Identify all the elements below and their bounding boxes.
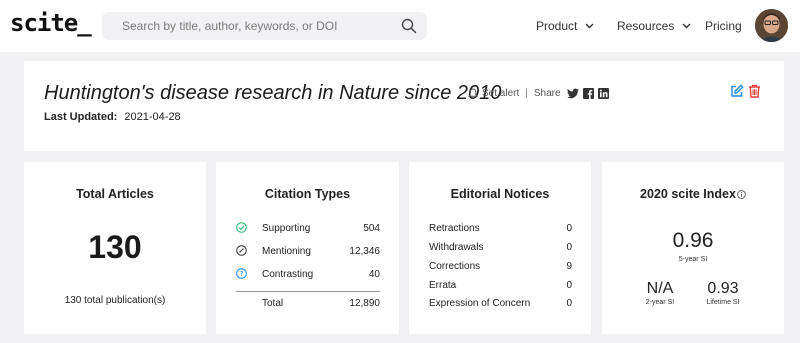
citation-total-label: Total xyxy=(262,298,284,309)
scite-index-title: 2020 scite Index xyxy=(640,187,736,201)
check-circle-icon xyxy=(236,222,247,233)
search-input[interactable] xyxy=(102,12,392,40)
share-label: Share xyxy=(533,88,561,99)
editorial-notices-card: Editorial Notices Retractions 0 Withdraw… xyxy=(409,162,591,334)
slash-circle-icon xyxy=(236,245,247,256)
action-separator: | xyxy=(525,88,528,99)
notice-value: 0 xyxy=(566,298,572,309)
nav-resources-menu[interactable]: Resources xyxy=(617,19,691,33)
last-updated: Last Updated: 2021-04-28 xyxy=(44,111,181,123)
user-avatar[interactable] xyxy=(755,9,788,42)
citation-value: 504 xyxy=(363,223,380,234)
notice-value: 0 xyxy=(566,223,572,234)
total-articles-card: Total Articles 130 130 total publication… xyxy=(24,162,206,334)
editorial-notices-title: Editorial Notices xyxy=(450,187,550,201)
nav-product-label: Product xyxy=(536,19,578,33)
citation-types-card: Citation Types Supporting 504 Mentioning… xyxy=(216,162,399,334)
citation-value: 12,346 xyxy=(349,246,380,257)
nav-pricing-link[interactable]: Pricing xyxy=(705,19,742,33)
top-navigation-bar: scite_ Product Resources Pricing xyxy=(0,0,800,52)
scite-index-card: 2020 scite Index 0.96 5-year SI N/A 2-ye… xyxy=(602,162,784,334)
nav-resources-label: Resources xyxy=(617,19,675,33)
chevron-down-icon xyxy=(585,23,594,29)
report-title: Huntington's disease research in Nature … xyxy=(44,82,502,104)
notice-row-withdrawals: Withdrawals 0 xyxy=(429,242,572,253)
citation-row-supporting: Supporting 504 xyxy=(236,222,380,236)
citation-row-contrasting: ? Contrasting 40 xyxy=(236,268,380,282)
lifetime-si-value: 0.93 xyxy=(707,280,739,297)
last-updated-value: 2021-04-28 xyxy=(124,111,181,123)
two-year-si-value: N/A xyxy=(646,280,674,297)
search-icon[interactable] xyxy=(401,18,417,34)
report-actions: Set alert | Share xyxy=(468,88,609,99)
citation-label: Supporting xyxy=(262,223,311,234)
bell-icon[interactable] xyxy=(468,88,478,99)
citation-label: Mentioning xyxy=(262,246,311,257)
notice-row-errata: Errata 0 xyxy=(429,280,572,291)
info-icon[interactable] xyxy=(737,190,746,199)
last-updated-label: Last Updated: xyxy=(44,111,118,123)
total-articles-count: 130 xyxy=(88,229,142,265)
notice-row-expression-of-concern: Expression of Concern 0 xyxy=(429,298,572,309)
search-bar[interactable] xyxy=(102,12,427,40)
trash-icon[interactable] xyxy=(748,84,761,98)
lifetime-si-label: Lifetime SI xyxy=(706,299,740,306)
citation-label: Contrasting xyxy=(262,269,314,280)
notice-label: Expression of Concern xyxy=(429,298,531,309)
notice-value: 0 xyxy=(566,280,572,291)
total-articles-title: Total Articles xyxy=(76,187,154,201)
citation-types-title: Citation Types xyxy=(264,187,351,201)
notice-label: Retractions xyxy=(429,223,480,234)
total-publications-text: 130 total publication(s) xyxy=(64,295,166,306)
scite-logo[interactable]: scite_ xyxy=(10,9,92,37)
five-year-si-label: 5-year SI xyxy=(678,256,708,263)
citation-divider xyxy=(236,291,380,292)
nav-product-menu[interactable]: Product xyxy=(536,19,594,33)
citation-row-total: Total 12,890 xyxy=(236,297,380,311)
citation-total-value: 12,890 xyxy=(349,298,380,309)
svg-text:?: ? xyxy=(240,270,244,278)
citation-value: 40 xyxy=(368,269,380,280)
two-year-si-label: 2-year SI xyxy=(645,299,675,306)
chevron-down-icon xyxy=(682,23,691,29)
linkedin-icon[interactable] xyxy=(597,88,609,99)
notice-row-corrections: Corrections 9 xyxy=(429,261,572,272)
scite-index-title-row: 2020 scite Index xyxy=(602,187,784,201)
question-circle-icon: ? xyxy=(236,268,247,279)
edit-icon[interactable] xyxy=(730,84,744,98)
notice-value: 0 xyxy=(566,242,572,253)
citation-row-mentioning: Mentioning 12,346 xyxy=(236,245,380,259)
nav-pricing-label: Pricing xyxy=(705,19,742,33)
report-header-panel: Huntington's disease research in Nature … xyxy=(24,61,784,151)
notice-value: 9 xyxy=(566,261,572,272)
notice-label: Corrections xyxy=(429,261,481,272)
five-year-si-value: 0.96 xyxy=(672,229,714,252)
notice-label: Errata xyxy=(429,280,457,291)
facebook-icon[interactable] xyxy=(582,88,594,99)
notice-label: Withdrawals xyxy=(429,242,484,253)
twitter-icon[interactable] xyxy=(566,88,579,99)
set-alert-link[interactable]: Set alert xyxy=(482,88,519,99)
notice-row-retractions: Retractions 0 xyxy=(429,223,572,234)
